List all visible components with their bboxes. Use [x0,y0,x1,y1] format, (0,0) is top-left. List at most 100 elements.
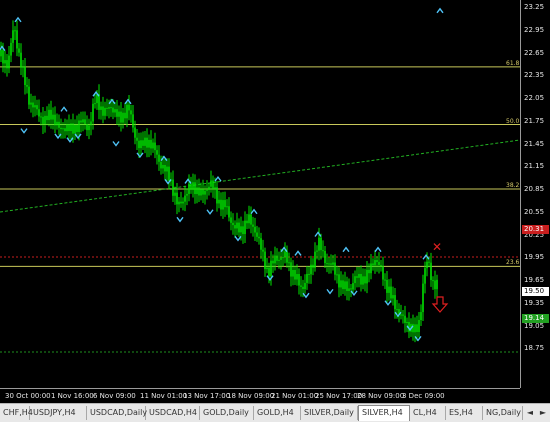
fractal-down-arrow-icon [414,335,422,342]
candle-body [200,189,202,196]
candle-body [174,192,176,196]
candle-body [48,109,50,121]
candle-body [180,201,182,204]
fractal-up-arrow-icon [160,155,168,162]
candle-body [80,120,82,123]
candle-body [430,262,432,281]
candle-body [230,217,232,223]
candle-body [78,120,80,132]
candle-body [108,107,110,109]
fractal-up-arrow-icon [342,246,350,253]
chart-tab[interactable]: USDCAD,H4 [146,406,200,420]
candle-body [294,270,296,280]
fractal-down-arrow-icon [66,137,74,143]
candle-body [316,250,318,252]
candle-body [426,261,428,269]
candle-body [262,249,264,252]
candle-body [370,263,372,274]
candle-body [142,140,144,146]
candle-body [340,280,342,288]
candle-body [24,66,26,86]
candle-body [176,192,178,205]
chart-tab[interactable]: CL,H4 [410,406,446,420]
candle-body [242,226,244,235]
candle-body [266,267,268,270]
fractal-down-arrow-icon [20,128,28,134]
candle-body [88,125,90,131]
chart-tab[interactable]: NG,Daily [483,406,523,420]
time-tick-label: 6 Nov 09:00 [93,392,136,400]
candle-body [42,116,44,125]
candle-body [58,121,60,128]
chart-tab[interactable]: GOLD,H4 [254,406,301,420]
chart-tab[interactable]: ES,H4 [446,406,483,420]
tab-scroll-left-icon[interactable]: ◄ [525,407,535,418]
candle-body [424,268,426,284]
chart-tab[interactable]: SILVER,Daily [301,406,358,420]
fractal-down-arrow-icon [266,275,274,281]
candle-body [318,237,320,251]
chart-area[interactable]: ✕ 61.8 50.0 38.2 23.6 [0,0,520,388]
price-tick-label: 19.65 [524,276,545,284]
tab-scroll-right-icon[interactable]: ► [538,407,548,418]
fractal-up-arrow-icon [214,175,222,182]
candle-body [182,201,184,204]
candle-body [278,259,280,261]
fractal-up-arrow-icon [250,208,258,215]
price-tick-label: 22.35 [524,71,545,80]
candle-body [432,280,434,282]
candle-body [118,111,120,117]
price-tick-label: 21.75 [524,116,545,125]
candle-body [100,106,102,110]
candle-body [172,179,174,196]
price-tick-label: 20.55 [524,207,545,216]
candle-body [302,286,304,290]
fractal-up-arrow-icon [124,98,132,105]
chart-tab[interactable]: USDJPY,H4 [30,406,87,420]
candle-body [300,285,302,287]
chart-tab[interactable]: SILVER,H4 [358,405,410,421]
fractal-up-arrow-icon [294,250,302,256]
candle-body [52,114,54,120]
candle-body [74,124,76,134]
candle-body [184,195,186,202]
candle-body [244,220,246,235]
candle-body [140,140,142,149]
candle-body [68,124,70,132]
fractal-down-arrow-icon [234,235,242,242]
candle-body [44,115,46,125]
time-tick-label: 18 Nov 09:00 [227,392,275,400]
price-scale[interactable]: 23.25 22.95 22.65 22.35 22.05 21.75 21.45 21.15… [520,0,550,388]
candle-body [250,214,252,225]
candle-body [246,220,248,224]
candle-body [346,281,348,291]
fractal-up-arrow-icon [108,98,116,105]
candle-body [322,250,324,252]
candle-body [272,260,274,264]
candle-body [428,261,430,263]
price-chart[interactable]: ✕ [0,0,520,388]
candle-body [214,187,216,189]
candle-body [240,226,242,233]
time-tick-label: 21 Nov 01:00 [271,392,319,400]
candle-body [46,115,48,121]
candle-body [76,124,78,132]
fibo-level-label: 38.2 [506,182,520,189]
chart-tab[interactable]: GOLD,Daily [200,406,254,420]
candle-body [30,102,32,105]
chart-tabs-bar: CHF,H4 USDJPY,H4 USDCAD,Daily USDCAD,H4 GOLD… [0,403,550,422]
candle-body [366,269,368,284]
fractal-down-arrow-icon [112,141,120,147]
candle-body [144,137,146,146]
candle-body [198,187,200,196]
fractal-up-arrow-icon [314,231,322,237]
candle-body [132,114,134,128]
price-tick-label: 19.95 [524,253,545,262]
candle-body [224,200,226,208]
chart-tab[interactable]: USDCAD,Daily [87,406,147,420]
candle-body [130,110,132,115]
chart-tab[interactable]: CHF,H4 [0,406,33,420]
candle-body [190,183,192,190]
fractal-down-arrow-icon [406,325,414,331]
candle-body [70,123,72,132]
